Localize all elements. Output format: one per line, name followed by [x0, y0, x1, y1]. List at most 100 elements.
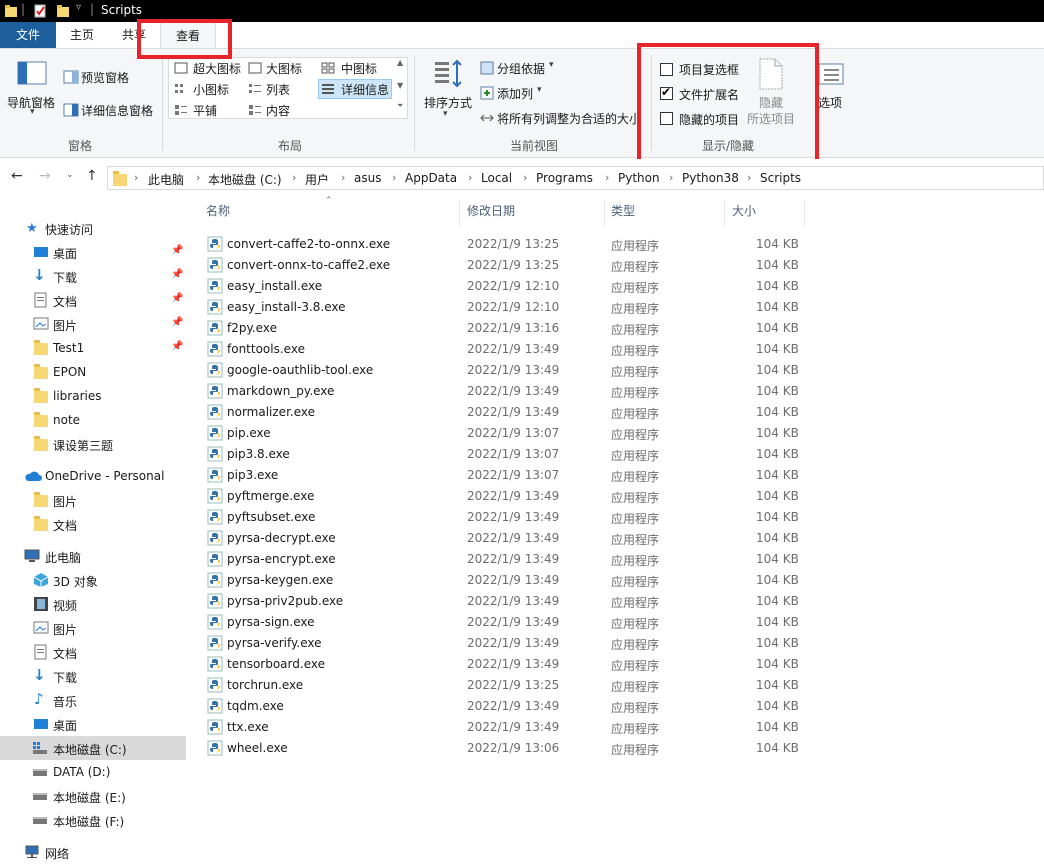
column-divider[interactable]	[459, 200, 460, 226]
nav-item-documents[interactable]: 文档 📌	[0, 288, 186, 312]
group-by-button[interactable]: 分组依据	[497, 60, 545, 77]
recent-locations-icon[interactable]: ⌄	[66, 170, 74, 180]
table-row[interactable]: pyftmerge.exe 2022/1/9 13:49 应用程序 104 KB	[204, 486, 804, 507]
breadcrumb-local[interactable]: Local	[481, 171, 512, 185]
breadcrumb-separator[interactable]: ›	[468, 171, 472, 184]
table-row[interactable]: pyrsa-encrypt.exe 2022/1/9 13:49 应用程序 104 K…	[204, 549, 804, 570]
table-row[interactable]: easy_install-3.8.exe 2022/1/9 12:10 应用程序 10…	[204, 297, 804, 318]
layout-tiles[interactable]: 平铺	[193, 102, 217, 119]
nav-item-onedrive-documents[interactable]: 文档	[0, 512, 186, 536]
table-row[interactable]: normalizer.exe 2022/1/9 13:49 应用程序 104 KB	[204, 402, 804, 423]
properties-icon[interactable]	[33, 3, 47, 19]
nav-quick-access[interactable]: ★ 快速访问	[0, 216, 186, 240]
nav-item-3d-objects[interactable]: 3D 对象	[0, 568, 186, 592]
nav-item-desktop[interactable]: 桌面 📌	[0, 240, 186, 264]
tab-file[interactable]: 文件	[0, 22, 56, 48]
pin-icon[interactable]: 📌	[171, 317, 183, 328]
nav-this-pc[interactable]: 此电脑	[0, 544, 186, 568]
nav-item-epon[interactable]: EPON	[0, 360, 186, 384]
details-pane-button[interactable]: 详细信息窗格	[81, 102, 153, 119]
gallery-expand-icon[interactable]: ⏷	[397, 101, 403, 111]
column-header-name[interactable]: 名称	[206, 202, 230, 226]
new-folder-icon[interactable]	[56, 3, 70, 19]
pin-icon[interactable]: 📌	[171, 245, 183, 256]
breadcrumb-asus[interactable]: asus	[354, 171, 381, 185]
table-row[interactable]: pyrsa-sign.exe 2022/1/9 13:49 应用程序 104 KB	[204, 612, 804, 633]
table-row[interactable]: pyrsa-decrypt.exe 2022/1/9 13:49 应用程序 104 K…	[204, 528, 804, 549]
nav-item-note[interactable]: note	[0, 408, 186, 432]
chevron-down-icon[interactable]: ▾	[549, 60, 554, 70]
nav-item-local-disk-f[interactable]: 本地磁盘 (F:)	[0, 808, 186, 832]
table-row[interactable]: pyrsa-verify.exe 2022/1/9 13:49 应用程序 104 KB	[204, 633, 804, 654]
chevron-down-icon[interactable]: ▾	[30, 107, 35, 117]
layout-medium-icons[interactable]: 中图标	[341, 60, 377, 77]
size-all-columns-button[interactable]: 将所有列调整为合适的大小	[497, 110, 637, 127]
table-row[interactable]: convert-caffe2-to-onnx.exe 2022/1/9 13:25…	[204, 234, 804, 255]
pin-icon[interactable]: 📌	[171, 341, 183, 352]
table-row[interactable]: pyrsa-keygen.exe 2022/1/9 13:49 应用程序 104 KB	[204, 570, 804, 591]
pin-icon[interactable]: 📌	[171, 269, 183, 280]
forward-arrow-icon[interactable]: →	[39, 168, 51, 184]
table-row[interactable]: pyrsa-priv2pub.exe 2022/1/9 13:49 应用程序 104 …	[204, 591, 804, 612]
chevron-down-icon[interactable]: ▾	[537, 85, 542, 95]
nav-item-local-disk-e[interactable]: 本地磁盘 (E:)	[0, 784, 186, 808]
table-row[interactable]: pip3.8.exe 2022/1/9 13:07 应用程序 104 KB	[204, 444, 804, 465]
nav-item-onedrive-pictures[interactable]: 图片	[0, 488, 186, 512]
nav-item-libraries[interactable]: libraries	[0, 384, 186, 408]
breadcrumb-appdata[interactable]: AppData	[405, 171, 457, 185]
breadcrumb-separator[interactable]: ›	[341, 171, 345, 184]
nav-item-course-design-3[interactable]: 课设第三题	[0, 432, 186, 456]
breadcrumb-python38[interactable]: Python38	[682, 171, 739, 185]
sort-by-button[interactable]: 排序方式	[424, 94, 472, 111]
table-row[interactable]: pip.exe 2022/1/9 13:07 应用程序 104 KB	[204, 423, 804, 444]
column-divider[interactable]	[804, 200, 805, 226]
table-row[interactable]: tensorboard.exe 2022/1/9 13:49 应用程序 104 KB	[204, 654, 804, 675]
breadcrumb-separator[interactable]: ›	[523, 171, 527, 184]
column-header-type[interactable]: 类型	[611, 202, 635, 226]
nav-onedrive[interactable]: OneDrive - Personal	[0, 464, 186, 488]
breadcrumb-separator[interactable]: ›	[747, 171, 751, 184]
breadcrumb-users[interactable]: 用户	[305, 171, 329, 188]
nav-item-local-disk-c[interactable]: 本地磁盘 (C:)	[0, 736, 186, 760]
breadcrumb-separator[interactable]: ›	[392, 171, 396, 184]
table-row[interactable]: ttx.exe 2022/1/9 13:49 应用程序 104 KB	[204, 717, 804, 738]
preview-pane-button[interactable]: 预览窗格	[81, 69, 129, 86]
up-arrow-icon[interactable]: ↑	[86, 168, 98, 184]
breadcrumb-local-disk-c[interactable]: 本地磁盘 (C:)	[208, 171, 282, 188]
table-row[interactable]: tqdm.exe 2022/1/9 13:49 应用程序 104 KB	[204, 696, 804, 717]
nav-item-music[interactable]: ♪ 音乐	[0, 688, 186, 712]
breadcrumb-scripts[interactable]: Scripts	[760, 171, 801, 185]
gallery-scroll-down-icon[interactable]: ▼	[397, 81, 403, 90]
breadcrumb-separator[interactable]: ›	[196, 171, 200, 184]
nav-item-test1[interactable]: Test1 📌	[0, 336, 186, 360]
breadcrumb-programs[interactable]: Programs	[536, 171, 593, 185]
table-row[interactable]: markdown_py.exe 2022/1/9 13:49 应用程序 104 KB	[204, 381, 804, 402]
breadcrumb-separator[interactable]: ›	[605, 171, 609, 184]
chevron-down-icon[interactable]: ▾	[443, 109, 448, 119]
layout-details[interactable]: 详细信息	[341, 81, 389, 98]
customize-toolbar-icon[interactable]: ▿	[76, 2, 81, 18]
column-header-size[interactable]: 大小	[732, 202, 756, 226]
table-row[interactable]: pyftsubset.exe 2022/1/9 13:49 应用程序 104 KB	[204, 507, 804, 528]
table-row[interactable]: fonttools.exe 2022/1/9 13:49 应用程序 104 KB	[204, 339, 804, 360]
layout-large-icons[interactable]: 大图标	[266, 60, 302, 77]
column-header-date[interactable]: 修改日期	[467, 202, 515, 226]
back-arrow-icon[interactable]: ←	[11, 168, 23, 184]
breadcrumb[interactable]: › 此电脑 › 本地磁盘 (C:) › 用户 › asus › AppData …	[107, 166, 1044, 190]
nav-item-pc-pictures[interactable]: 图片	[0, 616, 186, 640]
nav-network[interactable]: 网络	[0, 840, 186, 864]
gallery-scroll-up-icon[interactable]: ▲	[397, 58, 403, 67]
table-row[interactable]: convert-onnx-to-caffe2.exe 2022/1/9 13:25…	[204, 255, 804, 276]
breadcrumb-this-pc[interactable]: 此电脑	[148, 171, 184, 188]
nav-item-pc-documents[interactable]: 文档	[0, 640, 186, 664]
nav-item-pc-downloads[interactable]: ↓ 下载	[0, 664, 186, 688]
table-row[interactable]: google-oauthlib-tool.exe 2022/1/9 13:49 应用…	[204, 360, 804, 381]
options-button[interactable]: 选项	[818, 94, 842, 111]
nav-item-pictures[interactable]: 图片 📌	[0, 312, 186, 336]
breadcrumb-separator[interactable]: ›	[134, 171, 138, 184]
breadcrumb-separator[interactable]: ›	[669, 171, 673, 184]
nav-item-videos[interactable]: 视频	[0, 592, 186, 616]
breadcrumb-python[interactable]: Python	[618, 171, 660, 185]
pin-icon[interactable]: 📌	[171, 293, 183, 304]
column-divider[interactable]	[724, 200, 725, 226]
